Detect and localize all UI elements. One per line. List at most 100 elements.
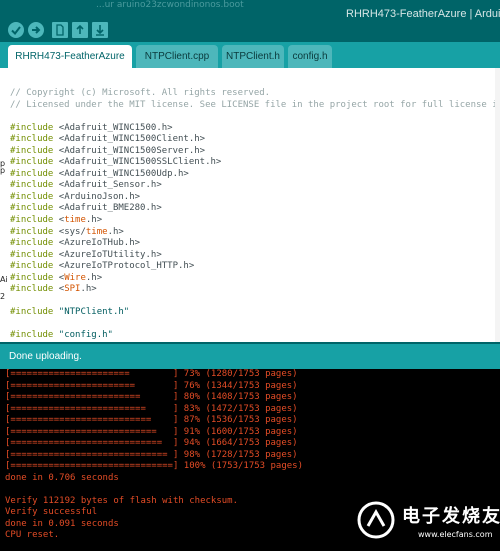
code-line: #include <sys/time.h> [10,227,500,239]
code-token: #include [10,284,59,295]
code-line: // Copyright (c) Microsoft. All rights r… [10,88,500,100]
code-token: #include [10,272,59,283]
code-token: <Adafruit_WINC1500Udp.h> [58,168,189,179]
code-line: #include <AzureIoTProtocol_HTTP.h> [10,261,500,273]
console-line: [============================= ] 98% (17… [5,449,298,460]
window-path: ...ur aruino23zcwondinonos.boot [96,0,244,10]
code-token: <Adafruit_WINC1500SSLClient.h> [58,157,222,168]
code-token: <Adafruit_Sensor.h> [58,180,162,191]
console-line: done in 0.091 seconds [5,518,119,529]
console-line: [============================ ] 94% (166… [5,438,298,448]
code-token: // Copyright (c) Microsoft. All rights r… [10,88,271,98]
code-token: <AzureIoTHub.h> [58,238,141,249]
code-token: #include [10,215,59,226]
code-token: "NTPClient.h" [58,307,130,318]
save-button[interactable] [92,22,108,38]
code-token: "config.h" [58,330,113,341]
edge-char: 2 [0,292,6,301]
code-token: #include [10,191,59,202]
code-line: #include <AzureIoTHub.h> [10,238,500,250]
code-line: #include "NTPClient.h" [10,307,500,319]
code-token: <ArduinoJson.h> [58,191,141,202]
console-line: Verify successful [5,507,98,517]
code-line: #include <SPI.h> [10,284,500,296]
code-token: .h> [85,272,103,283]
code-line: #include <ArduinoJson.h> [10,192,500,204]
code-line: #include <Adafruit_WINC1500Client.h> [10,134,500,146]
console-line: done in 0.706 seconds [5,472,119,483]
tab-config-h[interactable]: config.h [288,45,332,68]
console-lines: [====================== ] 73% (1280/1753… [5,369,303,542]
watermark-text: 电子发烧友 [402,506,500,527]
code-token: #include [10,226,59,237]
save-icon [96,25,104,36]
code-token: #include [10,122,59,133]
new-icon [56,24,64,36]
console-line: [=========================== ] 91% (1600… [5,426,298,437]
code-token: #include [10,168,59,179]
code-line: #include <Adafruit_Sensor.h> [10,180,500,192]
code-token: #include [10,134,59,145]
upload-button[interactable] [28,22,44,38]
code-token: <sys/ [58,226,86,237]
code-token: time [85,226,108,237]
code-token: <Adafruit_WINC1500.h> [58,122,173,133]
code-token: <Adafruit_WINC1500Client.h> [58,134,206,145]
code-token: #include [10,238,59,249]
code-token: <Adafruit_WINC1500Server.h> [58,145,206,156]
verify-button[interactable] [8,22,24,38]
open-button[interactable] [72,22,88,38]
code-line: #include <AzureIoTUtility.h> [10,250,500,262]
code-token: .h> [107,226,124,237]
tab-rhrh473-featherazure[interactable]: RHRH473-FeatherAzure [8,45,132,69]
window-title: RHRH473-FeatherAzure | Arduin [346,8,500,20]
console-line: Verify 112192 bytes of flash with checks… [5,495,238,506]
code-token: #include [10,261,59,272]
toolbar: ...ur aruino23zcwondinonos.boot RHRH473-… [0,0,500,42]
code-token: .h> [80,284,97,295]
upload-icon [32,26,41,34]
tab-ntpclient-h[interactable]: NTPClient.h [222,45,284,68]
status-bar: Done uploading. [0,344,500,369]
tab-ntpclient-cpp[interactable]: NTPClient.cpp [136,45,218,68]
code-line: #include <Adafruit_BME280.h> [10,203,500,215]
console-line: [======================= ] 76% (1344/175… [5,380,298,391]
code-token: Wire [64,272,86,283]
code-line: #include <Wire.h> [10,273,500,285]
status-message: Done uploading. [9,351,82,362]
elecfans-logo-icon [357,501,395,539]
code-line: #include "config.h" [10,330,500,342]
code-token: #include [10,145,59,156]
tab-bar: RHRH473-FeatherAzure NTPClient.cpp NTPCl… [0,42,500,69]
code-token: <Adafruit_BME280.h> [58,203,162,214]
console-line: [========================== ] 87% (1536/… [5,415,298,425]
code-editor[interactable]: // Copyright (c) Microsoft. All rights r… [0,68,500,344]
code-line: #include <Adafruit_WINC1500Server.h> [10,146,500,158]
edge-char: p [0,166,6,175]
code-token: .h> [85,215,103,226]
open-icon [76,24,84,34]
code-token: SPI [64,284,81,295]
code-line: #include <Adafruit_WINC1500Udp.h> [10,169,500,181]
code-token: #include [10,307,59,318]
console-line: [======================== ] 80% (1408/17… [5,392,298,402]
code-token: #include [10,157,59,168]
new-button[interactable] [52,22,68,38]
code-text: // Copyright (c) Microsoft. All rights r… [10,88,500,342]
console-line: [====================== ] 73% (1280/1753… [5,369,298,379]
code-token: #include [10,203,59,214]
console-line: CPU reset. [5,530,60,540]
code-line: // Licensed under the MIT license. See L… [10,100,500,112]
watermark-url: www.elecfans.com [418,530,493,539]
editor-scrollbar[interactable] [495,68,500,344]
console-line: [========================= ] 83% (1472/1… [5,403,298,414]
edge-char: Ai [0,275,8,284]
code-token: // Licensed under the MIT license. See L… [10,99,500,110]
code-token: #include [10,180,59,191]
code-line: #include <time.h> [10,215,500,227]
code-token: #include [10,330,59,341]
code-token: time [64,215,86,226]
